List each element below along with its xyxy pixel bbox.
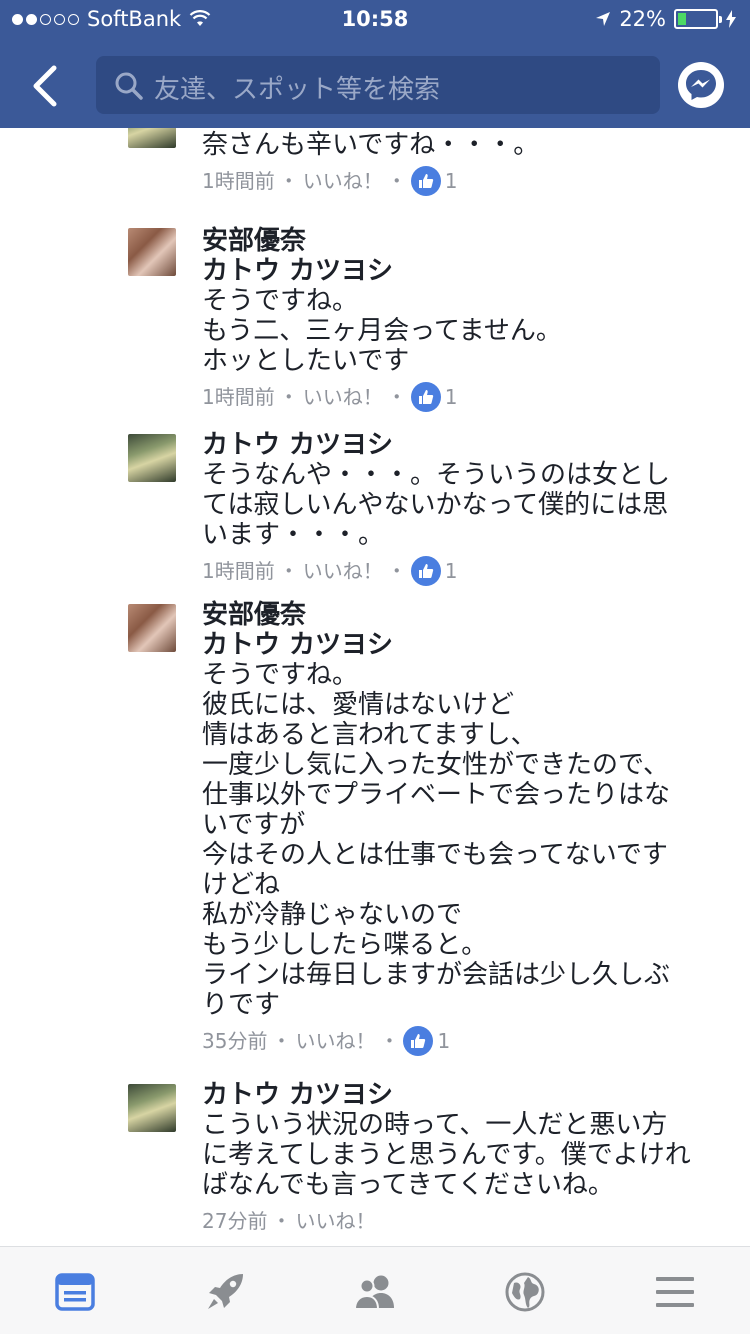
like-link[interactable]: いいね！: [303, 556, 383, 586]
like-count: 1: [444, 169, 458, 193]
avatar[interactable]: [128, 604, 176, 652]
like-link[interactable]: いいね！: [295, 1026, 375, 1056]
messenger-button[interactable]: [678, 62, 724, 108]
comment-text: こういう状況の時って、一人だと悪い方 に考えてしまうと思うんです。僕でよけれ ば…: [202, 1110, 691, 1200]
comment-time: 27分前: [202, 1209, 268, 1233]
commenter-name[interactable]: 安部優奈: [202, 226, 722, 256]
like-link[interactable]: いいね！: [303, 382, 383, 412]
app-header: SoftBank 10:58 22% 友達、スポット等を検索: [0, 0, 750, 128]
navigation-bar: 友達、スポット等を検索: [0, 56, 750, 116]
tab-discover[interactable]: [200, 1267, 250, 1317]
tab-notifications[interactable]: [500, 1267, 550, 1317]
search-placeholder: 友達、スポット等を検索: [154, 75, 441, 105]
charging-bolt-icon: [726, 10, 736, 28]
commenter-name[interactable]: 安部優奈: [202, 600, 722, 630]
rocket-icon: [208, 1274, 243, 1309]
messenger-icon: [686, 70, 716, 100]
comment-time: 1時間前: [202, 385, 275, 409]
comment-meta: 1時間前 ・ いいね！ ・ 1: [202, 556, 722, 586]
comment-text: そうですね。 彼氏には、愛情はないけど 情はあると言われてますし、 一度少し気に…: [202, 660, 671, 1020]
battery-fill: [678, 13, 686, 25]
like-thumb-icon: [410, 556, 441, 586]
avatar[interactable]: [128, 1084, 176, 1132]
status-right: 22%: [595, 7, 736, 31]
news-feed-icon: [55, 1273, 95, 1311]
bottom-tab-bar: [0, 1246, 750, 1334]
menu-icon: [656, 1277, 694, 1307]
commenter-name[interactable]: カトウ カツヨシ: [202, 1080, 722, 1110]
avatar[interactable]: [128, 228, 176, 276]
search-input[interactable]: 友達、スポット等を検索: [96, 56, 660, 114]
commenter-name[interactable]: カトウ カツヨシ: [202, 430, 722, 460]
comment-meta: 1時間前 ・ いいね！ ・ 1: [202, 166, 722, 196]
avatar[interactable]: [128, 128, 176, 148]
comment-text: そうなんですか・・・。そやったら優 奈さんも辛いですね・・・。: [202, 128, 643, 160]
separator: ・: [278, 385, 299, 409]
like-thumb-icon: [403, 1026, 434, 1056]
comment-meta: 27分前 ・ いいね！: [202, 1206, 722, 1236]
status-bar: SoftBank 10:58 22%: [0, 0, 750, 40]
separator: ・: [379, 1029, 400, 1053]
like-thumb-icon: [410, 166, 441, 196]
like-link[interactable]: いいね！: [295, 1206, 375, 1236]
separator: ・: [386, 169, 407, 193]
reply-mention[interactable]: カトウ カツヨシ: [202, 256, 722, 286]
location-arrow-icon: [596, 12, 611, 26]
comment-time: 35分前: [202, 1029, 268, 1053]
tab-more[interactable]: [650, 1267, 700, 1317]
separator: ・: [271, 1209, 292, 1233]
like-count: 1: [437, 1029, 451, 1053]
comment-text: そうですね。 もう二、三ヶ月会ってません。 ホッとしたいです: [202, 286, 562, 376]
separator: ・: [278, 169, 299, 193]
separator: ・: [271, 1029, 292, 1053]
tab-news-feed[interactable]: [50, 1267, 100, 1317]
back-chevron-icon[interactable]: [26, 62, 66, 110]
separator: ・: [386, 559, 407, 583]
like-link[interactable]: いいね！: [303, 166, 383, 196]
friends-icon: [353, 1275, 394, 1310]
tab-friends[interactable]: [350, 1267, 400, 1317]
like-thumb-icon: [410, 382, 441, 412]
reply-mention[interactable]: カトウ カツヨシ: [202, 630, 722, 660]
separator: ・: [278, 559, 299, 583]
like-count: 1: [444, 385, 458, 409]
comment-thread: そうなんですか・・・。そやったら優 奈さんも辛いですね・・・。 1時間前 ・ い…: [0, 128, 750, 1246]
separator: ・: [386, 385, 407, 409]
globe-icon: [505, 1272, 545, 1312]
comment-time: 1時間前: [202, 169, 275, 193]
battery-icon: [674, 9, 722, 29]
avatar[interactable]: [128, 434, 176, 482]
comment-meta: 1時間前 ・ いいね！ ・ 1: [202, 382, 722, 412]
like-count: 1: [444, 559, 458, 583]
comment-text: そうなんや・・・。そういうのは女とし ては寂しいんやないかなって僕的には思 いま…: [202, 460, 671, 550]
comment-meta: 35分前 ・ いいね！ ・ 1: [202, 1026, 722, 1056]
comment-time: 1時間前: [202, 559, 275, 583]
search-icon: [115, 72, 143, 100]
battery-percent: 22%: [619, 7, 666, 31]
